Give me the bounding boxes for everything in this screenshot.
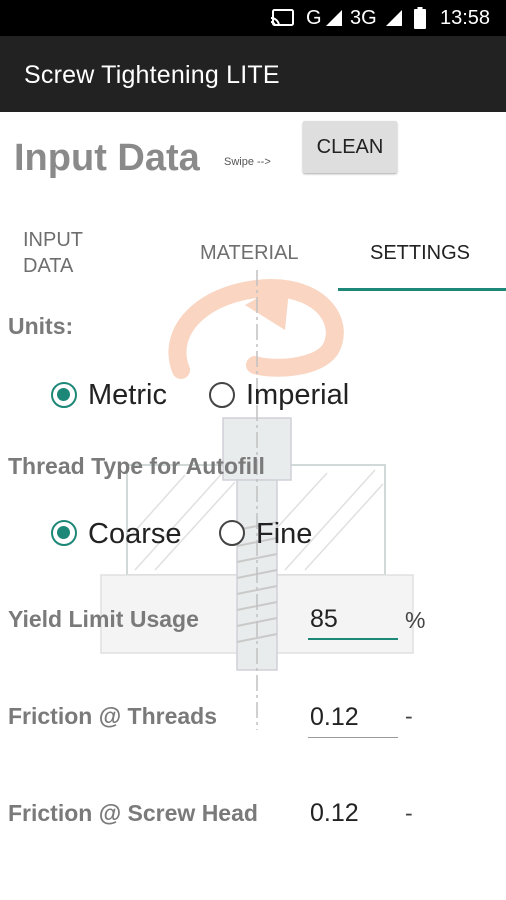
tab-input-data-label-line1: INPUT xyxy=(23,229,83,251)
units-label: Units: xyxy=(8,313,74,339)
tab-material-label: MATERIAL xyxy=(200,242,299,264)
friction-head-label: Friction @ Screw Head xyxy=(8,800,258,826)
yield-limit-input[interactable]: 85 xyxy=(310,604,338,634)
screw-illustration xyxy=(100,270,414,730)
units-imperial-radio[interactable] xyxy=(209,382,235,408)
network-type-3g: 3G xyxy=(350,7,377,29)
signal-icon-2 xyxy=(386,10,402,26)
yield-limit-unit: % xyxy=(405,607,426,633)
friction-head-input[interactable]: 0.12 xyxy=(310,798,359,828)
status-bar: G 3G 13:58 xyxy=(0,0,506,36)
thread-type-label: Thread Type for Autofill xyxy=(8,453,265,479)
yield-limit-label: Yield Limit Usage xyxy=(8,606,199,632)
app-title: Screw Tightening LITE xyxy=(24,61,280,89)
clean-button[interactable]: CLEAN xyxy=(303,121,397,173)
battery-icon xyxy=(414,7,426,29)
friction-threads-label: Friction @ Threads xyxy=(8,703,218,729)
units-imperial-label[interactable]: Imperial xyxy=(246,378,349,412)
cast-icon xyxy=(270,9,294,27)
friction-threads-input[interactable]: 0.12 xyxy=(310,702,359,732)
friction-head-unit: - xyxy=(405,800,413,826)
clock: 13:58 xyxy=(440,7,491,29)
thread-fine-label[interactable]: Fine xyxy=(256,517,312,551)
friction-threads-unit: - xyxy=(405,703,413,729)
page-title: Input Data xyxy=(14,137,200,179)
signal-icon xyxy=(326,10,342,26)
yield-limit-underline xyxy=(308,638,398,640)
tab-settings-label: SETTINGS xyxy=(370,242,471,264)
tab-input-data-label-line2: DATA xyxy=(23,255,74,277)
network-type-g: G xyxy=(306,7,322,29)
app-bar: Screw Tightening LITE xyxy=(0,36,506,112)
swipe-hint: Swipe --> xyxy=(224,156,271,168)
thread-coarse-radio[interactable] xyxy=(51,520,77,546)
thread-fine-radio[interactable] xyxy=(219,520,245,546)
units-metric-label[interactable]: Metric xyxy=(88,378,167,412)
friction-threads-underline xyxy=(308,737,398,738)
units-metric-radio[interactable] xyxy=(51,382,77,408)
header-row: Input Data Swipe --> CLEAN xyxy=(0,112,506,196)
thread-coarse-label[interactable]: Coarse xyxy=(88,517,182,551)
